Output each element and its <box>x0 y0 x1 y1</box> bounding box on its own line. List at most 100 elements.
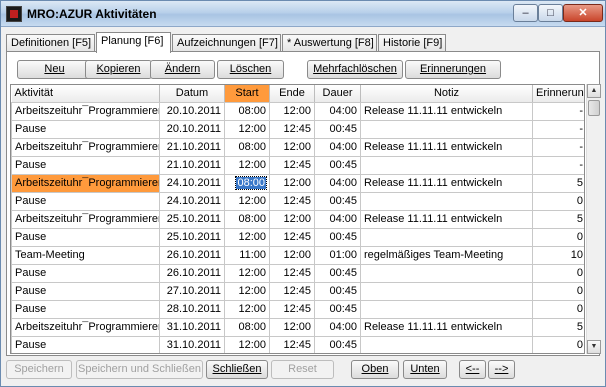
cell-aktivitaet[interactable]: Arbeitszeituhr¯Programmieren <box>11 318 160 337</box>
table-row[interactable]: Arbeitszeituhr¯Programmieren 31.10.2011 08… <box>11 318 584 337</box>
cell-erinnerung[interactable]: 0 <box>532 228 584 247</box>
cell-start[interactable]: 08:00 <box>224 174 270 193</box>
tab-planung[interactable]: Planung [F6] <box>96 32 171 53</box>
cell-notiz[interactable]: Release 11.11.11 entwickeln <box>360 318 533 337</box>
cell-notiz[interactable] <box>360 228 533 247</box>
prev-button[interactable]: <-- <box>459 360 486 379</box>
cell-aktivitaet[interactable]: Pause <box>11 282 160 301</box>
cell-ende[interactable]: 12:45 <box>269 156 315 175</box>
cell-dauer[interactable]: 04:00 <box>314 174 361 193</box>
cell-datum[interactable]: 31.10.2011 <box>159 318 225 337</box>
table-row[interactable]: Arbeitszeituhr¯Programmieren 25.10.2011 08… <box>11 210 584 229</box>
loeschen-button[interactable]: Löschen <box>217 60 284 79</box>
table-row[interactable]: Pause 21.10.2011 12:00 12:45 00:45 - <box>11 156 584 175</box>
speichern-button[interactable]: Speichern <box>6 360 72 379</box>
cell-notiz[interactable]: Release 11.11.11 entwickeln <box>360 174 533 193</box>
cell-datum[interactable]: 26.10.2011 <box>159 264 225 283</box>
cell-datum[interactable]: 27.10.2011 <box>159 282 225 301</box>
cell-start[interactable]: 08:00 <box>224 210 270 229</box>
cell-datum[interactable]: 24.10.2011 <box>159 192 225 211</box>
header-ende[interactable]: Ende <box>269 85 315 103</box>
speichern-schliessen-button[interactable]: Speichern und Schließen <box>76 360 203 379</box>
tab-definitionen[interactable]: Definitionen [F5] <box>6 34 95 52</box>
cell-start[interactable]: 08:00 <box>224 318 270 337</box>
cell-erinnerung[interactable]: 5 <box>532 174 584 193</box>
oben-button[interactable]: Oben <box>351 360 399 379</box>
cell-datum[interactable]: 20.10.2011 <box>159 102 225 121</box>
table-row[interactable]: Arbeitszeituhr¯Programmieren 20.10.2011 08… <box>11 102 584 121</box>
cell-ende[interactable]: 12:00 <box>269 174 315 193</box>
table-row[interactable]: Pause 28.10.2011 12:00 12:45 00:45 0 <box>11 300 584 319</box>
cell-aktivitaet[interactable]: Arbeitszeituhr¯Programmieren <box>11 102 160 121</box>
grid-scrollbar[interactable]: ▲ ▼ <box>586 84 601 354</box>
next-button[interactable]: --> <box>488 360 515 379</box>
header-erinnerung[interactable]: Erinnerung <box>532 85 584 103</box>
cell-datum[interactable]: 25.10.2011 <box>159 210 225 229</box>
cell-notiz[interactable] <box>360 282 533 301</box>
cell-datum[interactable]: 31.10.2011 <box>159 336 225 353</box>
cell-ende[interactable]: 12:45 <box>269 120 315 139</box>
cell-erinnerung[interactable]: - <box>532 120 584 139</box>
cell-dauer[interactable]: 00:45 <box>314 336 361 353</box>
cell-notiz[interactable] <box>360 156 533 175</box>
cell-dauer[interactable]: 00:45 <box>314 300 361 319</box>
cell-notiz[interactable]: Release 11.11.11 entwickeln <box>360 102 533 121</box>
table-row[interactable]: Pause 27.10.2011 12:00 12:45 00:45 0 <box>11 282 584 301</box>
erinnerungen-button[interactable]: Erinnerungen <box>405 60 501 79</box>
minimize-button[interactable]: – <box>513 4 538 22</box>
table-row[interactable]: Pause 26.10.2011 12:00 12:45 00:45 0 <box>11 264 584 283</box>
cell-aktivitaet[interactable]: Pause <box>11 120 160 139</box>
cell-dauer[interactable]: 00:45 <box>314 228 361 247</box>
scroll-thumb[interactable] <box>588 100 600 116</box>
kopieren-button[interactable]: Kopieren <box>85 60 152 79</box>
activities-grid[interactable]: Aktivität Datum Start Ende Dauer Notiz E… <box>10 84 585 354</box>
cell-ende[interactable]: 12:45 <box>269 300 315 319</box>
cell-notiz[interactable]: Release 11.11.11 entwickeln <box>360 210 533 229</box>
cell-datum[interactable]: 28.10.2011 <box>159 300 225 319</box>
close-button[interactable]: ✕ <box>563 4 603 22</box>
cell-ende[interactable]: 12:00 <box>269 318 315 337</box>
cell-aktivitaet[interactable]: Team-Meeting <box>11 246 160 265</box>
title-bar[interactable]: MRO:AZUR Aktivitäten – □ ✕ <box>1 1 605 27</box>
cell-ende[interactable]: 12:00 <box>269 102 315 121</box>
cell-aktivitaet[interactable]: Pause <box>11 228 160 247</box>
table-row[interactable]: Pause 20.10.2011 12:00 12:45 00:45 - <box>11 120 584 139</box>
cell-aktivitaet[interactable]: Pause <box>11 264 160 283</box>
tab-aufzeichnungen[interactable]: Aufzeichnungen [F7] <box>172 34 281 52</box>
maximize-button[interactable]: □ <box>538 4 563 22</box>
cell-aktivitaet[interactable]: Arbeitszeituhr¯Programmieren <box>11 210 160 229</box>
table-row[interactable]: Pause 31.10.2011 12:00 12:45 00:45 0 <box>11 336 584 353</box>
tab-historie[interactable]: Historie [F9] <box>378 34 446 52</box>
cell-erinnerung[interactable]: 5 <box>532 210 584 229</box>
reset-button[interactable]: Reset <box>271 360 334 379</box>
cell-start[interactable]: 12:00 <box>224 120 270 139</box>
cell-erinnerung[interactable]: - <box>532 138 584 157</box>
cell-datum[interactable]: 20.10.2011 <box>159 120 225 139</box>
cell-start[interactable]: 12:00 <box>224 264 270 283</box>
cell-start[interactable]: 12:00 <box>224 282 270 301</box>
cell-ende[interactable]: 12:45 <box>269 192 315 211</box>
cell-erinnerung[interactable]: 0 <box>532 300 584 319</box>
table-row[interactable]: Pause 25.10.2011 12:00 12:45 00:45 0 <box>11 228 584 247</box>
cell-datum[interactable]: 26.10.2011 <box>159 246 225 265</box>
cell-start[interactable]: 08:00 <box>224 138 270 157</box>
cell-notiz[interactable] <box>360 336 533 353</box>
schliessen-button[interactable]: Schließen <box>206 360 268 379</box>
cell-dauer[interactable]: 04:00 <box>314 318 361 337</box>
cell-dauer[interactable]: 04:00 <box>314 102 361 121</box>
cell-datum[interactable]: 24.10.2011 <box>159 174 225 193</box>
cell-dauer[interactable]: 01:00 <box>314 246 361 265</box>
cell-datum[interactable]: 21.10.2011 <box>159 156 225 175</box>
cell-datum[interactable]: 25.10.2011 <box>159 228 225 247</box>
cell-ende[interactable]: 12:00 <box>269 138 315 157</box>
cell-erinnerung[interactable]: 0 <box>532 264 584 283</box>
cell-erinnerung[interactable]: 10 <box>532 246 584 265</box>
cell-start[interactable]: 12:00 <box>224 156 270 175</box>
cell-dauer[interactable]: 00:45 <box>314 264 361 283</box>
cell-erinnerung[interactable]: 0 <box>532 192 584 211</box>
cell-dauer[interactable]: 04:00 <box>314 138 361 157</box>
cell-start[interactable]: 12:00 <box>224 300 270 319</box>
cell-start[interactable]: 11:00 <box>224 246 270 265</box>
cell-dauer[interactable]: 00:45 <box>314 120 361 139</box>
cell-start[interactable]: 12:00 <box>224 228 270 247</box>
